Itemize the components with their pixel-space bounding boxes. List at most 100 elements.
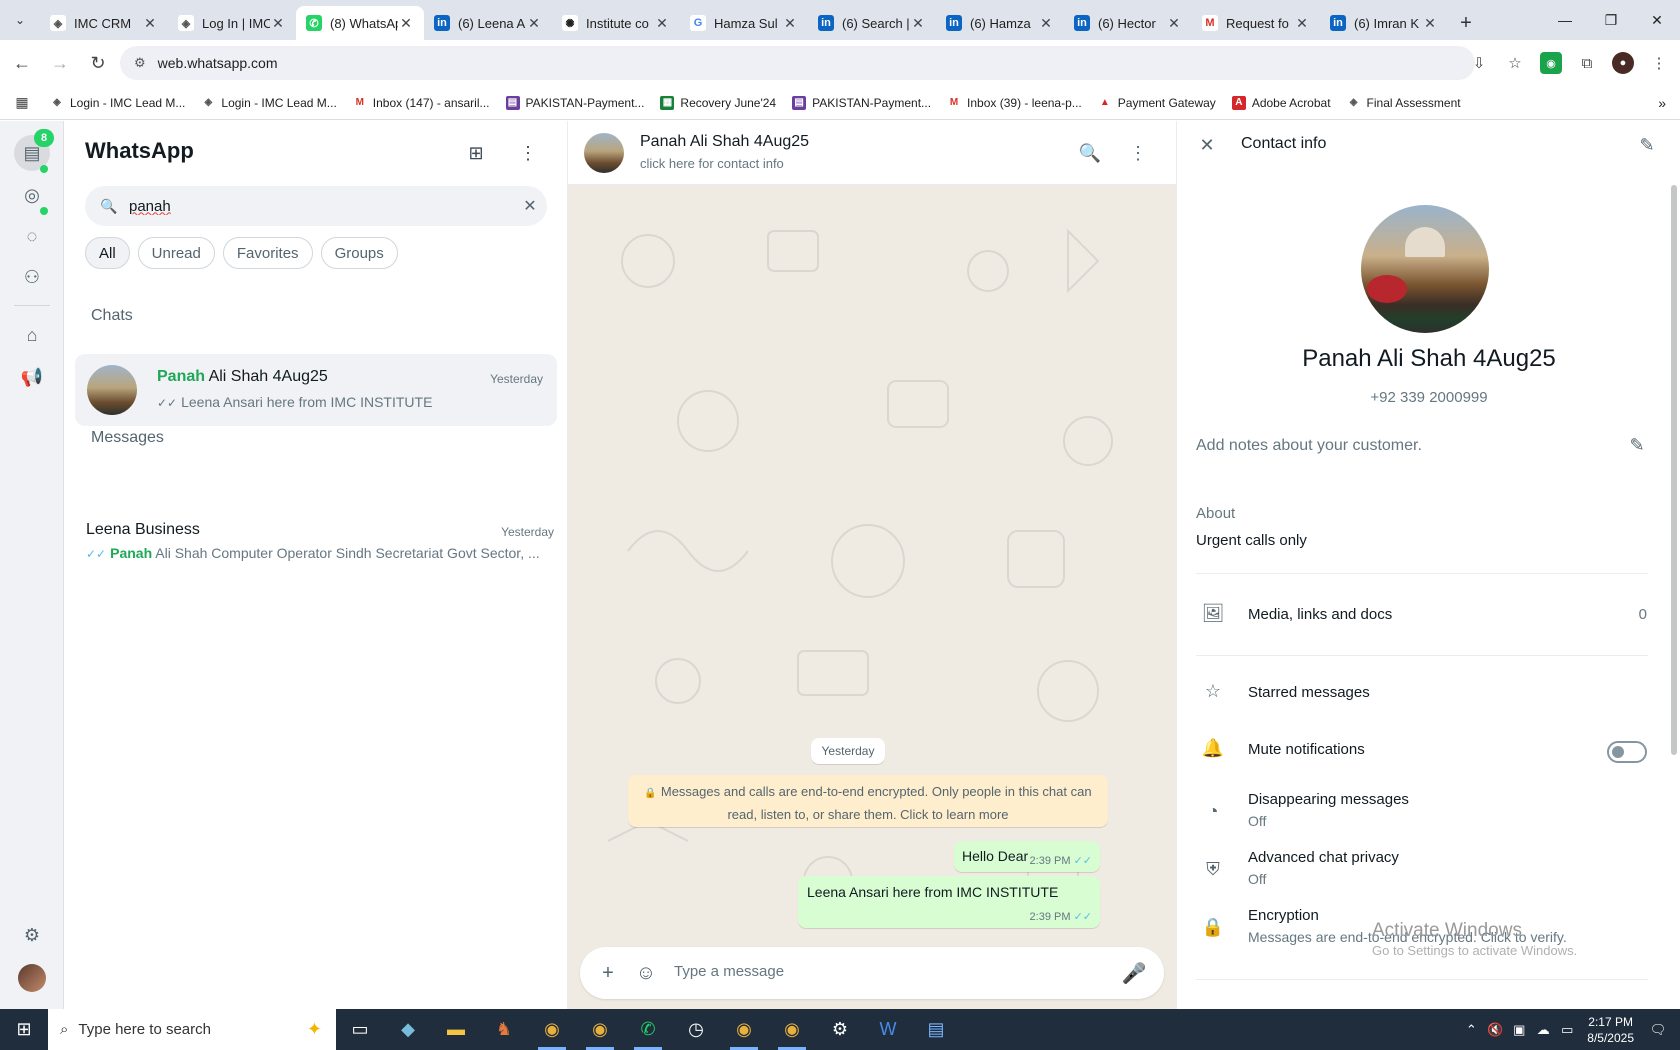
close-tab-icon[interactable]: ✕ (910, 15, 926, 32)
site-settings-icon[interactable]: ⚙ (134, 55, 146, 71)
media-links-docs[interactable]: Media, links and docs (1248, 606, 1392, 623)
conversation-header[interactable]: Panah Ali Shah 4Aug25 click here for con… (568, 121, 1176, 185)
windows-start-icon[interactable]: ⊞ (0, 1009, 48, 1050)
install-app-icon[interactable]: ⇩ (1468, 52, 1490, 74)
settings-app-icon[interactable]: ⚙ (816, 1009, 864, 1050)
taskbar-search[interactable]: ⌕ Type here to search ✦ (48, 1009, 336, 1050)
starred-messages[interactable]: Starred messages (1248, 684, 1370, 701)
close-tab-icon[interactable]: ✕ (270, 15, 286, 32)
network-icon[interactable]: ▭ (1555, 1022, 1579, 1038)
apps-grid-icon[interactable]: ▦ (6, 87, 38, 119)
filter-chip-groups[interactable]: Groups (320, 237, 398, 269)
search-input[interactable] (129, 197, 513, 215)
menu-dots-icon[interactable]: ⋮ (514, 139, 542, 167)
browser-tab[interactable]: ◈ Log In | IMC ✕ (168, 6, 296, 40)
bookmark-item[interactable]: ▦ Recovery June'24 (660, 95, 776, 110)
message-search-result[interactable]: Leena Business Yesterday ✓✓ Panah Ali Sha… (80, 513, 556, 573)
bookmark-item[interactable]: M Inbox (39) - leena-p... (947, 95, 1082, 110)
chat-row[interactable]: Panah Ali Shah 4Aug25 Yesterday ✓✓ Leena … (75, 354, 557, 426)
sticker-emoji-icon[interactable]: ☺ (632, 959, 660, 987)
close-window-icon[interactable]: ✕ (1634, 0, 1680, 40)
communities-icon[interactable]: ⚇ (14, 259, 50, 295)
bookmark-item[interactable]: A Adobe Acrobat (1231, 95, 1331, 110)
contact-avatar[interactable] (1361, 205, 1489, 333)
bookmark-item[interactable]: ◈ Login - IMC Lead M... (201, 95, 337, 110)
browser-menu-icon[interactable]: ⋮ (1648, 52, 1670, 74)
restore-icon[interactable]: ❐ (1588, 0, 1634, 40)
new-tab-button[interactable]: + (1448, 6, 1484, 40)
file-explorer-icon[interactable]: ▬ (432, 1009, 480, 1050)
encryption[interactable]: Encryption (1248, 907, 1319, 924)
close-tab-icon[interactable]: ✕ (1422, 15, 1438, 32)
extensions-puzzle-icon[interactable]: ⧉ (1576, 52, 1598, 74)
chrome-icon[interactable]: ◉ (576, 1009, 624, 1050)
filter-chip-all[interactable]: All (85, 237, 130, 269)
close-tab-icon[interactable]: ✕ (1294, 15, 1310, 32)
browser-tab[interactable]: in (6) Hector ✕ (1064, 6, 1192, 40)
conversation-menu-icon[interactable]: ⋮ (1124, 139, 1152, 167)
bookmark-item[interactable]: ▤ PAKISTAN-Payment... (505, 95, 644, 110)
notepad-icon[interactable]: ▤ (912, 1009, 960, 1050)
meet-icon[interactable]: ▣ (1507, 1022, 1531, 1038)
new-chat-icon[interactable]: ⊞ (462, 139, 490, 167)
message-input[interactable]: Type a message (674, 963, 784, 980)
app-icon[interactable]: ♞ (480, 1009, 528, 1050)
close-tab-icon[interactable]: ✕ (1038, 15, 1054, 32)
clock-app-icon[interactable]: ◷ (672, 1009, 720, 1050)
weather-icon[interactable]: ☁ (1531, 1022, 1555, 1038)
bookmark-overflow-icon[interactable]: » (1658, 95, 1666, 111)
minimize-icon[interactable]: — (1542, 0, 1588, 40)
encryption-notice[interactable]: 🔒 Messages and calls are end-to-end encry… (628, 775, 1108, 827)
bookmark-item[interactable]: ◈ Final Assessment (1346, 95, 1461, 110)
extension-green-icon[interactable]: ◉ (1540, 52, 1562, 74)
close-tab-icon[interactable]: ✕ (142, 15, 158, 32)
clear-search-icon[interactable]: ✕ (513, 196, 547, 216)
my-profile-avatar[interactable] (18, 964, 46, 992)
tab-search-chevron-icon[interactable]: ⌄ (0, 0, 40, 40)
word-icon[interactable]: W (864, 1009, 912, 1050)
reload-icon[interactable]: ↻ (82, 47, 114, 79)
settings-gear-icon[interactable]: ⚙ (14, 917, 50, 953)
browser-tab[interactable]: in (6) Search | ✕ (808, 6, 936, 40)
copilot-icon[interactable]: ◆ (384, 1009, 432, 1050)
whatsapp-icon[interactable]: ✆ (624, 1009, 672, 1050)
chrome-icon[interactable]: ◉ (768, 1009, 816, 1050)
taskbar-clock[interactable]: 2:17 PM 8/5/2025 (1587, 1014, 1634, 1046)
bookmark-item[interactable]: M Inbox (147) - ansaril... (352, 95, 490, 110)
browser-tab[interactable]: in (6) Hamza ✕ (936, 6, 1064, 40)
close-tab-icon[interactable]: ✕ (782, 15, 798, 32)
bookmark-star-icon[interactable]: ☆ (1504, 52, 1526, 74)
task-view-icon[interactable]: ▭ (336, 1009, 384, 1050)
advanced-chat-privacy[interactable]: Advanced chat privacy (1248, 849, 1399, 866)
address-bar[interactable]: ⚙ web.whatsapp.com (120, 46, 1475, 80)
browser-tab[interactable]: ✆ (8) WhatsApp✕ (296, 6, 424, 40)
back-arrow-icon[interactable]: ← (6, 47, 38, 79)
chrome-icon[interactable]: ◉ (720, 1009, 768, 1050)
close-tab-icon[interactable]: ✕ (1166, 15, 1182, 32)
bookmark-item[interactable]: ▲ Payment Gateway (1097, 95, 1216, 110)
outgoing-message[interactable]: Hello Dear 2:39 PM ✓✓ (954, 841, 1100, 872)
edit-pencil-icon[interactable]: ✎ (1633, 131, 1661, 159)
notifications-icon[interactable]: 🗨 (1646, 1022, 1670, 1038)
forward-arrow-icon[interactable]: → (44, 47, 76, 79)
close-icon[interactable]: ✕ (1193, 131, 1221, 159)
microphone-icon[interactable]: 🎤 (1120, 959, 1148, 987)
outgoing-message[interactable]: Leena Ansari here from IMC INSTITUTE 2:3… (798, 876, 1100, 928)
filter-chip-unread[interactable]: Unread (137, 237, 215, 269)
close-tab-icon[interactable]: ✕ (654, 15, 670, 32)
filter-chip-favorites[interactable]: Favorites (222, 237, 313, 269)
profile-avatar-icon[interactable]: ● (1612, 52, 1634, 74)
notes-field[interactable]: Add notes about your customer. (1196, 437, 1422, 455)
mute-toggle[interactable] (1607, 741, 1647, 763)
volume-icon[interactable]: 🔇 (1483, 1022, 1507, 1038)
tray-chevron-icon[interactable]: ⌃ (1459, 1022, 1483, 1038)
catalog-store-icon[interactable]: ⌂ (14, 317, 50, 353)
advertise-megaphone-icon[interactable]: 📢 (14, 359, 50, 395)
attach-plus-icon[interactable]: + (594, 959, 622, 987)
browser-tab[interactable]: ◈ IMC CRM ✕ (40, 6, 168, 40)
search-chat-icon[interactable]: 🔍 (1076, 139, 1104, 167)
browser-tab[interactable]: in (6) Leena A ✕ (424, 6, 552, 40)
chrome-icon[interactable]: ◉ (528, 1009, 576, 1050)
close-tab-icon[interactable]: ✕ (398, 15, 414, 32)
close-tab-icon[interactable]: ✕ (526, 15, 542, 32)
